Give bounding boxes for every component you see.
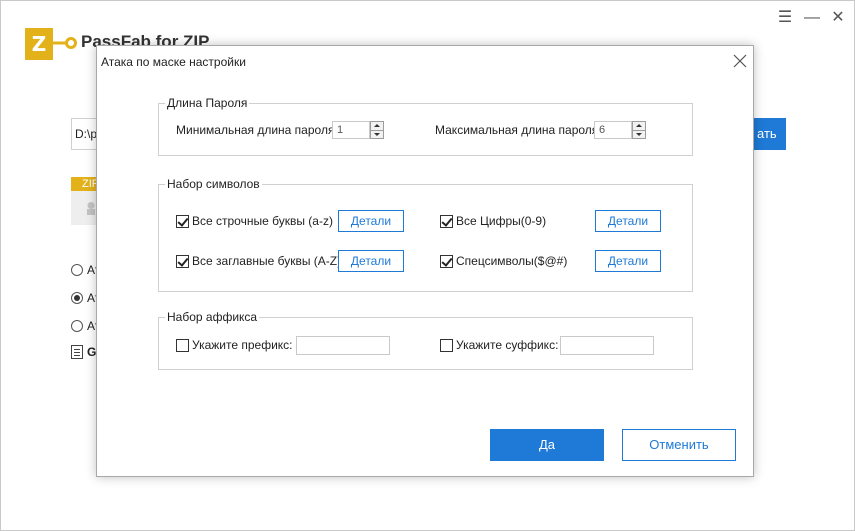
suffix-checkbox[interactable] (440, 338, 453, 352)
lowercase-option[interactable]: Все строчные буквы (a-z) (176, 214, 333, 228)
lowercase-details-button[interactable]: Детали (338, 210, 404, 232)
dialog-titlebar: Атака по маске настройки (97, 46, 753, 76)
min-length-label: Минимальная длина пароля (176, 123, 335, 137)
suffix-label: Укажите суффикс: (456, 338, 559, 352)
lowercase-checkbox[interactable] (176, 214, 189, 228)
key-icon (53, 37, 77, 49)
charset-legend: Набор символов (165, 177, 262, 191)
digits-label: Все Цифры(0-9) (456, 214, 547, 228)
spin-up-icon[interactable] (632, 121, 646, 130)
prefix-option[interactable]: Укажите префикс: (176, 338, 293, 352)
spin-up-icon[interactable] (370, 121, 384, 130)
guide-label: G (87, 345, 97, 359)
prefix-label: Укажите префикс: (192, 338, 293, 352)
app-logo: Z (25, 28, 53, 60)
affix-group: Набор аффикса Укажите префикс: Укажите с… (158, 310, 693, 370)
special-chars-label: Спецсимволы($@#) (456, 254, 568, 268)
menu-icon[interactable]: ☰ (775, 9, 795, 29)
uppercase-checkbox[interactable] (176, 254, 189, 268)
min-length-input[interactable]: 1 (332, 121, 370, 139)
password-length-legend: Длина Пароля (165, 96, 250, 110)
special-chars-details-button[interactable]: Детали (595, 250, 661, 272)
spin-down-icon[interactable] (632, 130, 646, 139)
radio-button[interactable] (71, 320, 83, 332)
suffix-input[interactable] (560, 336, 654, 355)
max-length-label: Максимальная длина пароля (435, 123, 599, 137)
charset-group: Набор символов Все строчные буквы (a-z) … (158, 177, 693, 292)
dialog-title: Атака по маске настройки (101, 55, 246, 69)
affix-legend: Набор аффикса (165, 310, 260, 324)
password-length-group: Длина Пароля Минимальная длина пароля 1 … (158, 96, 693, 156)
uppercase-label: Все заглавные буквы (A-Z) (192, 254, 342, 268)
close-icon[interactable] (731, 52, 749, 70)
digits-option[interactable]: Все Цифры(0-9) (440, 214, 546, 228)
guide-link[interactable]: G (71, 345, 96, 359)
digits-checkbox[interactable] (440, 214, 453, 228)
prefix-checkbox[interactable] (176, 338, 189, 352)
uppercase-option[interactable]: Все заглавные буквы (A-Z) (176, 254, 341, 268)
uppercase-details-button[interactable]: Детали (338, 250, 404, 272)
document-icon (71, 345, 83, 359)
digits-details-button[interactable]: Детали (595, 210, 661, 232)
suffix-option[interactable]: Укажите суффикс: (440, 338, 558, 352)
radio-button[interactable] (71, 264, 83, 276)
cancel-button[interactable]: Отменить (622, 429, 736, 461)
special-chars-checkbox[interactable] (440, 254, 453, 268)
mask-attack-dialog: Атака по маске настройки Длина Пароля Ми… (96, 45, 754, 477)
prefix-input[interactable] (296, 336, 390, 355)
ok-button[interactable]: Да (490, 429, 604, 461)
close-window-icon[interactable]: ✕ (828, 9, 848, 29)
max-length-stepper[interactable] (632, 121, 646, 139)
lowercase-label: Все строчные буквы (a-z) (192, 214, 333, 228)
min-length-stepper[interactable] (370, 121, 384, 139)
special-chars-option[interactable]: Спецсимволы($@#) (440, 254, 567, 268)
radio-button[interactable] (71, 292, 83, 304)
max-length-input[interactable]: 6 (594, 121, 632, 139)
minimize-icon[interactable]: — (802, 9, 822, 29)
spin-down-icon[interactable] (370, 130, 384, 139)
